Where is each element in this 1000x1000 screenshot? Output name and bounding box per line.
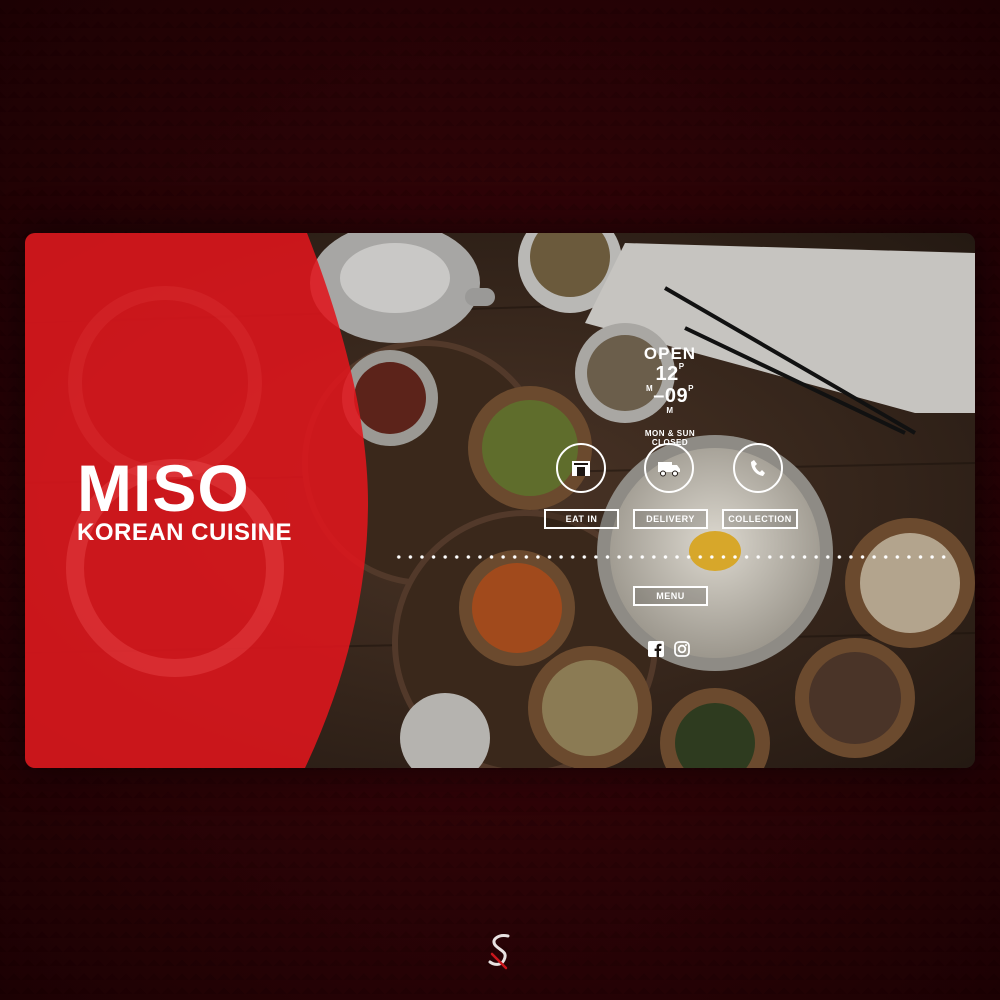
hero-card: MISO KOREAN CUISINE OPEN 12P M–09P M MON &… <box>25 233 975 768</box>
delivery-button[interactable]: DELIVERY <box>633 509 708 529</box>
studio-logo-icon <box>488 934 510 970</box>
dotted-divider <box>393 555 948 559</box>
brand-title: MISO <box>77 451 250 525</box>
facebook-icon <box>648 641 664 657</box>
facebook-link[interactable] <box>648 641 664 657</box>
closed-days: MON & SUN <box>644 429 696 438</box>
phone-icon <box>751 460 765 476</box>
delivery-icon-button[interactable] <box>644 443 694 493</box>
collection-button[interactable]: COLLECTION <box>722 509 798 529</box>
opening-times: 12P M–09P M <box>615 363 725 429</box>
collection-icon-button[interactable] <box>733 443 783 493</box>
instagram-link[interactable] <box>674 641 690 657</box>
truck-icon <box>658 462 680 477</box>
brand-subtitle: KOREAN CUISINE <box>77 519 293 546</box>
instagram-icon <box>674 641 690 657</box>
open-status: OPEN <box>643 344 697 363</box>
time-separator: – <box>653 385 665 407</box>
menu-button[interactable]: MENU <box>633 586 708 606</box>
close-hour: 09 <box>664 385 689 407</box>
eat-in-button[interactable]: EAT IN <box>544 509 619 529</box>
opening-hours: OPEN 12P M–09P M MON & SUN CLOSED <box>615 344 725 448</box>
store-icon <box>572 461 590 476</box>
open-hour: 12 <box>655 363 679 385</box>
eat-in-icon-button[interactable] <box>556 443 606 493</box>
